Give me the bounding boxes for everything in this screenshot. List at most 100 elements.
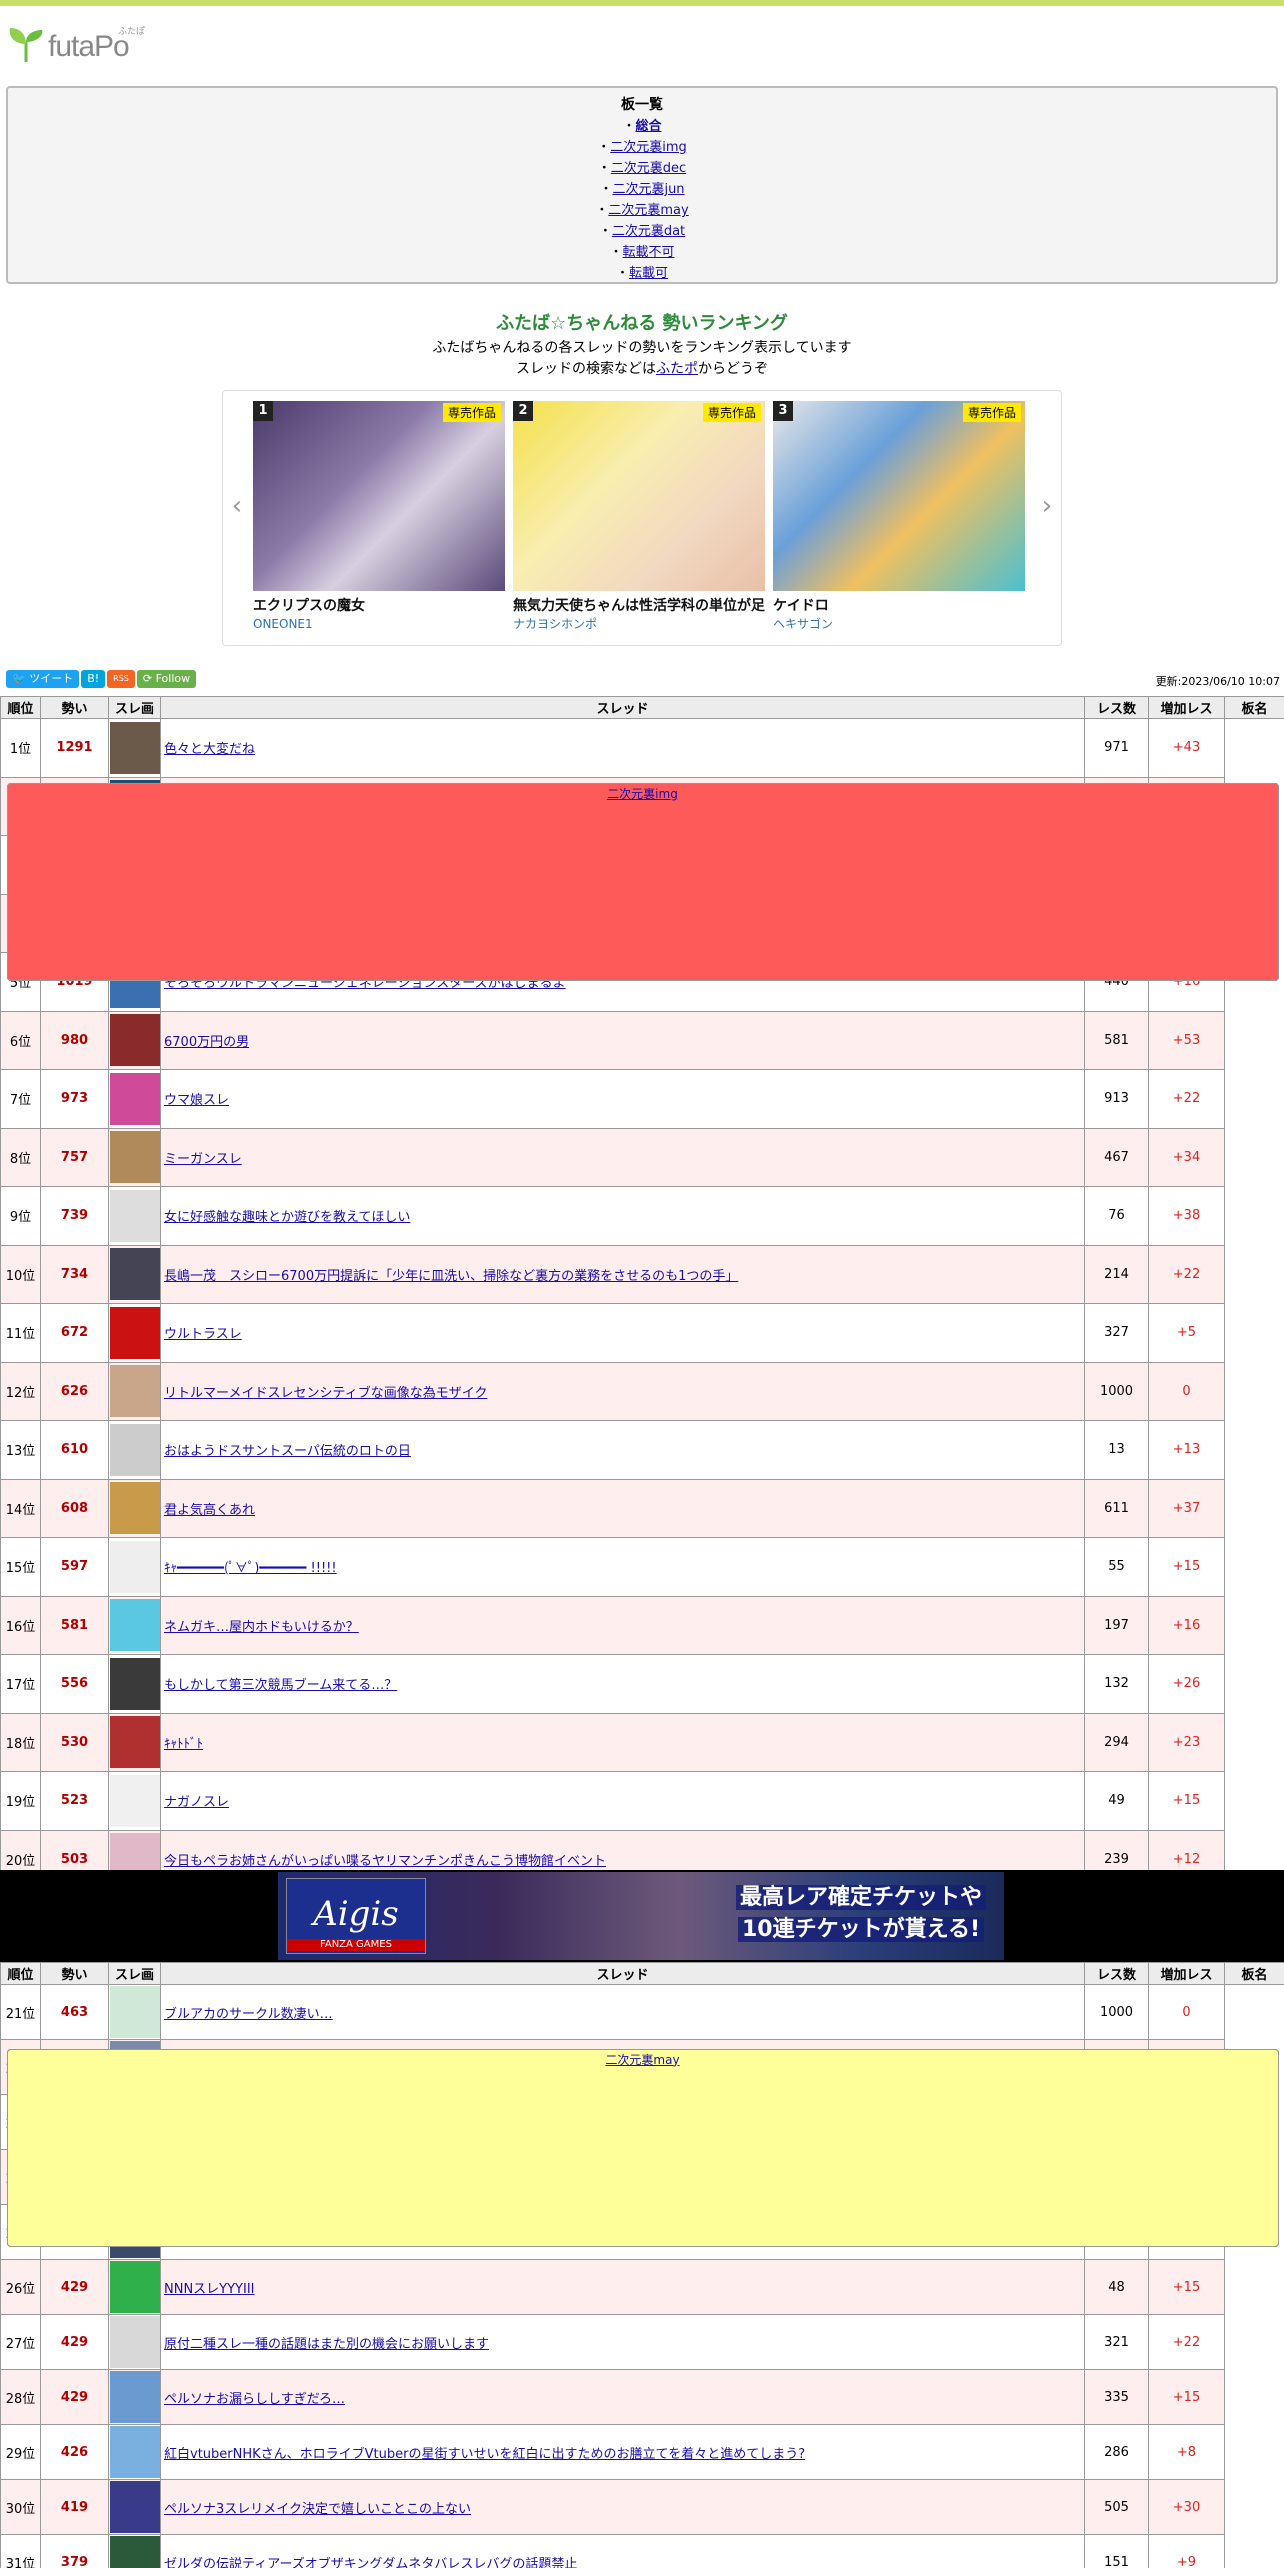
board-link[interactable]: 二次元裏may bbox=[608, 203, 688, 218]
thread-link[interactable]: 長嶋一茂 スシロー6700万円提訴に「少年に皿洗い、掃除など裏方の業務をさせるの… bbox=[164, 1269, 738, 1284]
thread-link[interactable]: 女に好感触な趣味とか遊びを教えてほしい bbox=[164, 1210, 410, 1225]
thread-link[interactable]: 今日もペラお姉さんがいっぱい喋るヤリマンチンポきんこう博物館イベント bbox=[164, 1854, 606, 1869]
board-link[interactable]: 二次元裏dat bbox=[612, 224, 685, 239]
product-title[interactable]: エクリプスの魔女 bbox=[253, 597, 505, 615]
board-link[interactable]: 二次元裏img bbox=[610, 140, 687, 155]
header-res: レス数 bbox=[1084, 696, 1149, 719]
carousel-card[interactable]: 2 専売作品 無気力天使ちゃんは性活学科の単位が足り ナカヨシホンポ bbox=[513, 401, 765, 641]
thread-thumbnail[interactable] bbox=[110, 2261, 160, 2313]
thread-link[interactable]: 紅白vtuberNHKさん、ホロライブVtuberの星街すいせいを紅白に出すため… bbox=[164, 2447, 805, 2462]
ad-image[interactable]: Aigis FANZA GAMES 最高レア確定チケットや 10連チケットが貰える! bbox=[278, 1872, 1004, 1960]
futapo-link[interactable]: ふたポ bbox=[656, 361, 698, 377]
res-cell: 55 bbox=[1084, 1537, 1149, 1597]
header-rank: 順位 bbox=[0, 696, 41, 719]
thread-thumbnail[interactable] bbox=[110, 2426, 160, 2478]
increase-cell: +22 bbox=[1148, 1244, 1225, 1304]
res-cell: 13 bbox=[1084, 1420, 1149, 1480]
thread-link[interactable]: ネムガキ…屋内ホドもいけるか？ bbox=[164, 1620, 359, 1635]
ranking-table-2: 順位 勢い スレ画 スレッド レス数 増加レス 板名 21位 463 ブルアカのサー… bbox=[0, 1962, 1284, 2568]
thread-link[interactable]: ウルトラスレ bbox=[164, 1327, 242, 1342]
board-name-link[interactable]: 二次元裏img bbox=[607, 787, 678, 801]
product-image[interactable]: 2 専売作品 bbox=[513, 401, 765, 591]
thread-link[interactable]: リトルマーメイドスレセンシティブな画像な為モザイク bbox=[164, 1386, 487, 1401]
thread-link[interactable]: ゼルダの伝説ティアーズオブザキングダムネタバレスレバグの話題禁止 bbox=[164, 2557, 577, 2568]
board-link[interactable]: 転載可 bbox=[629, 266, 668, 281]
thread-thumbnail[interactable] bbox=[110, 1131, 160, 1184]
bullet: ・ bbox=[598, 224, 612, 239]
carousel-prev-icon[interactable]: ‹ bbox=[225, 491, 249, 521]
thread-thumbnail[interactable] bbox=[110, 2316, 160, 2368]
res-cell: 1000 bbox=[1084, 1984, 1149, 2040]
thread-link[interactable]: ナガノスレ bbox=[164, 1795, 229, 1810]
thread-link[interactable]: 色々と大変だね bbox=[164, 742, 255, 757]
hatena-button[interactable]: B! bbox=[81, 670, 106, 688]
product-image[interactable]: 1 専売作品 bbox=[253, 401, 505, 591]
thread-link[interactable]: 6700万円の男 bbox=[164, 1035, 249, 1050]
tweet-button[interactable]: 🐦 ツイート bbox=[6, 670, 80, 688]
thread-link[interactable]: ｷｬﾄﾄﾞﾄ bbox=[164, 1737, 203, 1752]
thread-thumbnail[interactable] bbox=[110, 1482, 160, 1535]
carousel-next-icon[interactable]: › bbox=[1035, 491, 1059, 521]
ikioi-cell: 980 bbox=[40, 1010, 109, 1070]
thread-thumbnail[interactable] bbox=[110, 1657, 160, 1710]
board-link[interactable]: 二次元裏jun bbox=[612, 182, 684, 197]
product-image[interactable]: 3 専売作品 bbox=[773, 401, 1025, 591]
carousel-card[interactable]: 3 専売作品 ケイドロ ヘキサゴン bbox=[773, 401, 1025, 641]
thread-link[interactable]: 君よ気高くあれ bbox=[164, 1503, 255, 1518]
board-link[interactable]: 総合 bbox=[636, 119, 662, 134]
thread-link[interactable]: もしかして第三次競馬ブーム来てる…？ bbox=[164, 1678, 397, 1693]
thread-link[interactable]: ウマ娘スレ bbox=[164, 1093, 229, 1108]
table-row: 28位429ペルソナお漏らししすぎだろ…335+15二次元裏img bbox=[0, 2048, 1284, 2425]
thread-link[interactable]: ペルソナ3スレリメイク決定で嬉しいことこの上ない bbox=[164, 2502, 471, 2517]
header-res: レス数 bbox=[1084, 1962, 1149, 1985]
rss-icon[interactable]: RSS bbox=[107, 670, 135, 688]
thread-thumbnail[interactable] bbox=[110, 2536, 160, 2568]
rank-cell: 16位 bbox=[0, 1595, 41, 1655]
thread-thumbnail[interactable] bbox=[110, 1423, 160, 1476]
thread-link[interactable]: ｷｬ━━━━━━(ﾟ∀ﾟ)━━━━━━ !!!!! bbox=[164, 1561, 337, 1576]
thread-thumbnail[interactable] bbox=[110, 1189, 160, 1242]
thread-thumbnail[interactable] bbox=[110, 1716, 160, 1769]
thread-thumbnail[interactable] bbox=[110, 1365, 160, 1418]
increase-cell: +15 bbox=[1148, 1537, 1225, 1597]
follow-button[interactable]: ⟳ Follow bbox=[136, 670, 197, 688]
product-title[interactable]: 無気力天使ちゃんは性活学科の単位が足り bbox=[513, 597, 765, 615]
thread-thumbnail[interactable] bbox=[110, 1014, 160, 1067]
product-maker[interactable]: ナカヨシホンポ bbox=[513, 615, 765, 633]
thread-thumbnail[interactable] bbox=[110, 1986, 160, 2038]
site-logo[interactable]: futaPo ふたぽ bbox=[6, 22, 146, 64]
thread-link[interactable]: ブルアカのサークル数凄い… bbox=[164, 2007, 333, 2022]
thread-thumbnail[interactable] bbox=[110, 721, 160, 774]
thread-link[interactable]: NNNスレYYYIII bbox=[164, 2282, 255, 2297]
board-link[interactable]: 二次元裏dec bbox=[611, 161, 686, 176]
thread-thumbnail[interactable] bbox=[110, 1774, 160, 1827]
product-rank-number: 1 bbox=[253, 401, 273, 421]
table-row: 10位 734 長嶋一茂 スシロー6700万円提訴に「少年に皿洗い、掃除など裏方の業… bbox=[0, 782, 1284, 1304]
carousel-card[interactable]: 1 専売作品 エクリプスの魔女 ONEONE1 bbox=[253, 401, 505, 641]
board-link[interactable]: 転載不可 bbox=[623, 245, 675, 260]
ad-banner[interactable]: Aigis FANZA GAMES 最高レア確定チケットや 10連チケットが貰える! bbox=[0, 1870, 1284, 1962]
board-name-link[interactable]: 二次元裏may bbox=[605, 2053, 679, 2067]
thread-link[interactable]: 原付二種スレ一種の話題はまた別の機会にお願いします bbox=[164, 2337, 489, 2352]
increase-cell: 0 bbox=[1148, 1361, 1225, 1421]
thumb-cell bbox=[108, 1244, 161, 1304]
thread-thumbnail[interactable] bbox=[110, 1072, 160, 1125]
thread-thumbnail[interactable] bbox=[110, 1599, 160, 1652]
thread-thumbnail[interactable] bbox=[110, 1540, 160, 1593]
product-maker[interactable]: ヘキサゴン bbox=[773, 615, 1025, 633]
product-title[interactable]: ケイドロ bbox=[773, 597, 1025, 615]
table-row: 9位739女に好感触な趣味とか遊びを教えてほしい76+38二次元裏may bbox=[0, 782, 1284, 1246]
thread-link[interactable]: ミーガンスレ bbox=[164, 1152, 242, 1167]
product-maker[interactable]: ONEONE1 bbox=[253, 615, 505, 633]
thumb-cell bbox=[108, 1127, 161, 1187]
table-row: 6位9806700万円の男581+53二次元裏may bbox=[0, 782, 1284, 1070]
thread-cell: 原付二種スレ一種の話題はまた別の機会にお願いします bbox=[160, 2314, 1085, 2370]
thread-link[interactable]: おはようドスサントスーパ伝統のロトの日 bbox=[164, 1444, 411, 1459]
increase-cell: 0 bbox=[1148, 1984, 1225, 2040]
thread-link[interactable]: ペルソナお漏らししすぎだろ… bbox=[164, 2392, 345, 2407]
thread-thumbnail[interactable] bbox=[110, 1306, 160, 1359]
thread-thumbnail[interactable] bbox=[110, 2481, 160, 2533]
thread-thumbnail[interactable] bbox=[110, 2371, 160, 2423]
thread-cell: おはようドスサントスーパ伝統のロトの日 bbox=[160, 1420, 1085, 1480]
thread-thumbnail[interactable] bbox=[110, 1248, 160, 1301]
